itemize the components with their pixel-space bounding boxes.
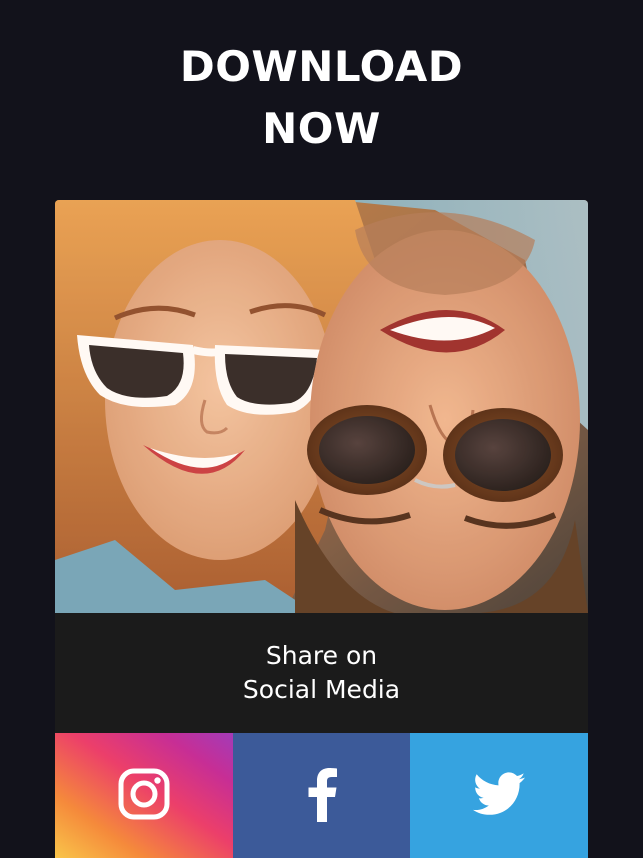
- preview-card: Share on Social Media: [55, 200, 588, 858]
- app-store-screenshot: DOWNLOAD NOW Share on Social Media: [0, 0, 643, 858]
- twitter-share-button[interactable]: [410, 733, 588, 858]
- share-label-line-1: Share on: [265, 641, 378, 670]
- twitter-icon: [473, 771, 525, 820]
- share-label-line-2: Social Media: [242, 675, 401, 704]
- facebook-share-button[interactable]: [233, 733, 410, 858]
- instagram-share-button[interactable]: [55, 733, 233, 858]
- selfie-photo: [55, 200, 588, 613]
- instagram-icon: [118, 768, 170, 824]
- share-panel: Share on Social Media: [55, 613, 588, 733]
- headline-line-2: NOW: [262, 104, 381, 153]
- facebook-icon: [306, 766, 338, 826]
- social-share-row: [55, 733, 588, 858]
- headline: DOWNLOAD NOW: [0, 36, 643, 160]
- headline-line-1: DOWNLOAD: [179, 42, 464, 91]
